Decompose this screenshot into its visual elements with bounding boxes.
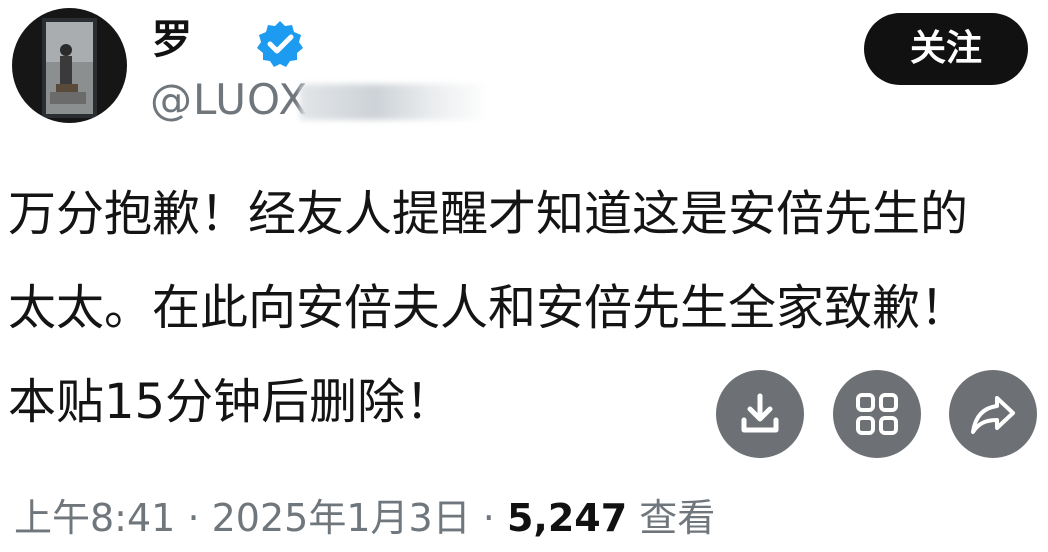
follow-button[interactable]: 关注 — [864, 13, 1028, 85]
share-button[interactable] — [949, 370, 1037, 458]
post-text-line-2: 太太。在此向安倍夫人和安倍先生全家致歉！ — [8, 280, 969, 336]
meta-separator: · — [187, 496, 200, 540]
post-text-line-3: 本贴15分钟后删除！ — [8, 374, 454, 430]
profile-handle[interactable]: @LUOX — [150, 74, 308, 126]
avatar-image — [42, 18, 97, 118]
post-date: 2025年1月3日 — [211, 496, 471, 540]
view-count: 5,247 — [506, 496, 628, 540]
more-options-button[interactable] — [833, 370, 921, 458]
post-time: 上午8:41 — [14, 496, 176, 540]
grid-icon — [856, 393, 898, 435]
handle-redaction — [300, 84, 488, 120]
post-meta: 上午8:41 · 2025年1月3日 · 5,247 查看 — [14, 494, 715, 542]
avatar[interactable] — [12, 8, 127, 123]
meta-separator: · — [482, 496, 495, 540]
verified-badge-icon — [257, 21, 303, 67]
download-icon — [741, 393, 779, 433]
share-icon — [971, 396, 1015, 434]
post-text-line-1: 万分抱歉！经友人提醒才知道这是安倍先生的 — [8, 186, 969, 242]
profile-name[interactable]: 罗 — [152, 16, 192, 64]
download-button[interactable] — [716, 370, 804, 458]
view-label: 查看 — [639, 496, 716, 540]
